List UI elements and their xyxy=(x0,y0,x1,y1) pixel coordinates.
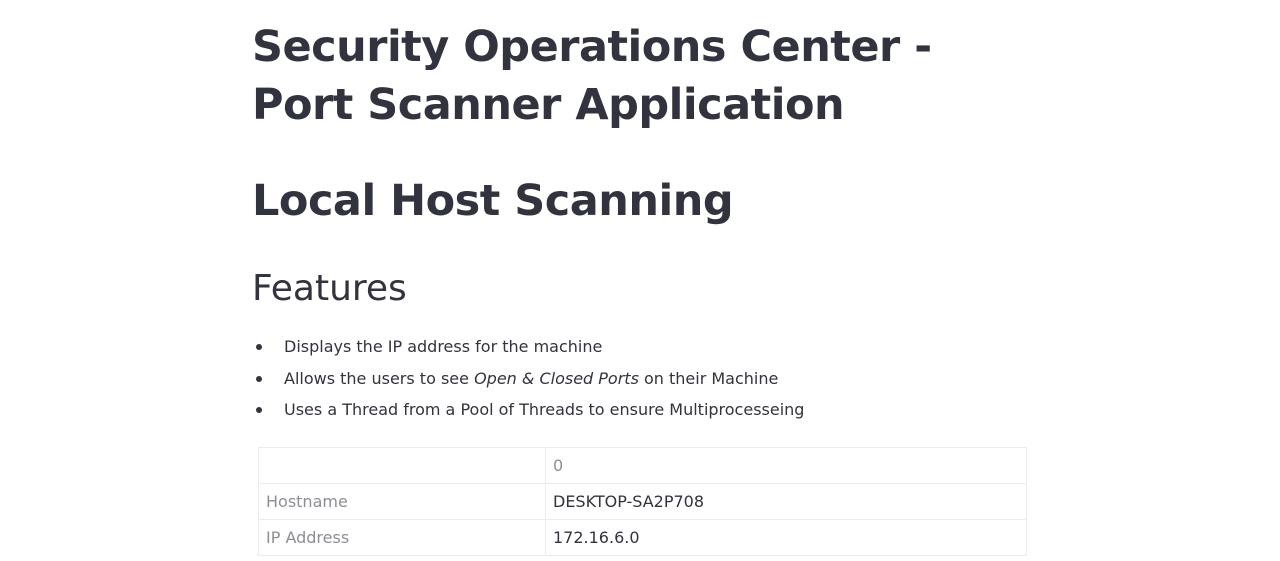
table-header-row: 0 xyxy=(258,447,1027,484)
column-header-cell: 0 xyxy=(545,447,1027,484)
feature-text: Displays the IP address for the machine xyxy=(284,337,603,356)
bullet-icon xyxy=(256,344,262,350)
feature-item: Allows the users to see Open & Closed Po… xyxy=(252,366,804,398)
row-value-cell: 172.16.6.0 xyxy=(545,519,1027,556)
host-info-table: 0 Hostname DESKTOP-SA2P708 IP Address 17… xyxy=(258,447,1027,556)
features-list: Displays the IP address for the machine … xyxy=(252,334,804,429)
bullet-icon xyxy=(256,375,262,382)
row-label-cell: IP Address xyxy=(258,519,546,556)
features-heading: Features xyxy=(252,268,407,309)
bullet-icon xyxy=(256,407,262,413)
section-title: Local Host Scanning xyxy=(252,176,734,226)
feature-text-emphasis: Open & Closed Ports xyxy=(474,368,639,388)
index-header-cell xyxy=(258,447,546,484)
feature-item: Uses a Thread from a Pool of Threads to … xyxy=(252,397,804,429)
feature-text-before: Allows the users to see xyxy=(284,368,475,388)
feature-item: Displays the IP address for the machine xyxy=(252,334,804,366)
page-title: Security Operations Center - Port Scanne… xyxy=(252,22,932,130)
table-row: Hostname DESKTOP-SA2P708 xyxy=(258,483,1027,520)
feature-text: Uses a Thread from a Pool of Threads to … xyxy=(284,400,805,419)
row-value-cell: DESKTOP-SA2P708 xyxy=(545,483,1027,520)
feature-text-after: on their Machine xyxy=(638,368,779,388)
table-row: IP Address 172.16.6.0 xyxy=(258,519,1027,556)
row-label-cell: Hostname xyxy=(258,483,546,520)
